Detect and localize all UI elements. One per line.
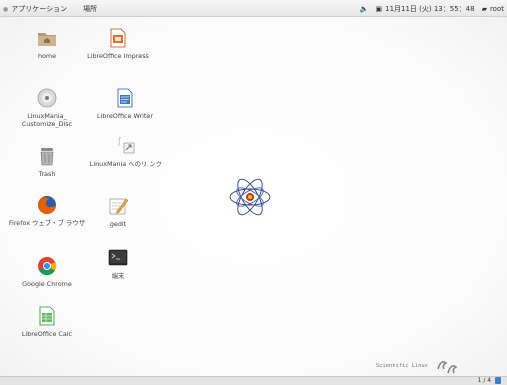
clock[interactable]: 11月11日 (火) 13：55：48 bbox=[385, 4, 474, 14]
icon-label: Firefox ウェブ・ブ ラウザ bbox=[8, 219, 86, 227]
libreoffice-impress-icon bbox=[110, 28, 126, 48]
top-panel: ● アプリケーション 場所 🔈 ▣ 11月11日 (火) 13：55：48 ▰ … bbox=[0, 0, 507, 17]
icon-label: LibreOffice Calc bbox=[21, 330, 73, 338]
user-menu[interactable]: root bbox=[490, 5, 504, 13]
gedit-icon bbox=[109, 198, 129, 215]
user-icon: ▰ bbox=[481, 5, 487, 13]
icon-label: LinuxMania_ Customize_Disc bbox=[21, 112, 73, 128]
icon-label: LinuxMania へのリ ンク bbox=[89, 160, 163, 168]
icon-label: home bbox=[37, 52, 57, 60]
desktop-icon-linuxmania-link[interactable]: ʃ LinuxMania へのリ ンク bbox=[86, 135, 166, 168]
desktop-icon-chrome[interactable]: Google Chrome bbox=[15, 255, 79, 288]
desktop-icon-libreoffice-writer[interactable]: LibreOffice Writer bbox=[86, 87, 164, 120]
desktop-icon-terminal[interactable]: 端末 bbox=[86, 247, 150, 280]
atom-wallpaper-emblem-icon bbox=[229, 178, 271, 216]
link-icon: ʃ bbox=[117, 137, 135, 154]
network-icon[interactable]: ▣ bbox=[375, 5, 382, 13]
icon-label: Google Chrome bbox=[22, 280, 72, 288]
desktop[interactable]: home LinuxMania_ Customize_Disc Trash Fi… bbox=[0, 17, 507, 376]
workspace-box-icon[interactable] bbox=[495, 377, 501, 384]
volume-icon[interactable]: 🔈 bbox=[360, 5, 369, 13]
disc-icon bbox=[37, 88, 57, 108]
desktop-icon-firefox[interactable]: Firefox ウェブ・ブ ラウザ bbox=[4, 194, 90, 227]
icon-label: LibreOffice Writer bbox=[97, 112, 153, 120]
terminal-icon bbox=[108, 249, 128, 266]
panel-right: 🔈 ▣ 11月11日 (火) 13：55：48 ▰ root bbox=[360, 4, 504, 14]
firefox-icon bbox=[38, 196, 56, 214]
desktop-icon-home[interactable]: home bbox=[15, 27, 79, 60]
icon-label: LibreOffice Impress bbox=[87, 52, 149, 60]
panel-left: ● アプリケーション 場所 bbox=[3, 4, 105, 14]
workspace-switcher[interactable]: 1 / 4 bbox=[478, 377, 501, 384]
icon-label: 端末 bbox=[111, 272, 125, 280]
libreoffice-calc-icon bbox=[39, 306, 55, 326]
applications-menu[interactable]: ● アプリケーション bbox=[3, 4, 75, 14]
menu-dot-icon: ● bbox=[3, 5, 9, 13]
desktop-icon-disc[interactable]: LinuxMania_ Customize_Disc bbox=[15, 87, 79, 128]
icon-label: Trash bbox=[38, 170, 56, 178]
bottom-panel: 1 / 4 bbox=[0, 376, 507, 385]
applications-label: アプリケーション bbox=[11, 5, 68, 13]
icon-label: gedit bbox=[109, 220, 127, 228]
desktop-icon-gedit[interactable]: gedit bbox=[86, 195, 150, 228]
scientific-linux-branding: Scientific Linux bbox=[376, 355, 462, 377]
trash-icon bbox=[40, 148, 54, 166]
libreoffice-writer-icon bbox=[117, 88, 133, 108]
desktop-icon-libreoffice-calc[interactable]: LibreOffice Calc bbox=[15, 305, 79, 338]
branding-text: Scientific Linux bbox=[376, 363, 428, 369]
scientific-linux-logo-icon bbox=[437, 361, 458, 374]
desktop-icon-trash[interactable]: Trash bbox=[15, 145, 79, 178]
svg-text:ʃ: ʃ bbox=[117, 137, 122, 147]
folder-home-icon bbox=[38, 33, 56, 46]
workspace-indicator: 1 / 4 bbox=[477, 377, 492, 384]
chrome-icon bbox=[38, 257, 57, 275]
places-menu[interactable]: 場所 bbox=[83, 4, 97, 14]
desktop-icon-libreoffice-impress[interactable]: LibreOffice Impress bbox=[86, 27, 150, 60]
